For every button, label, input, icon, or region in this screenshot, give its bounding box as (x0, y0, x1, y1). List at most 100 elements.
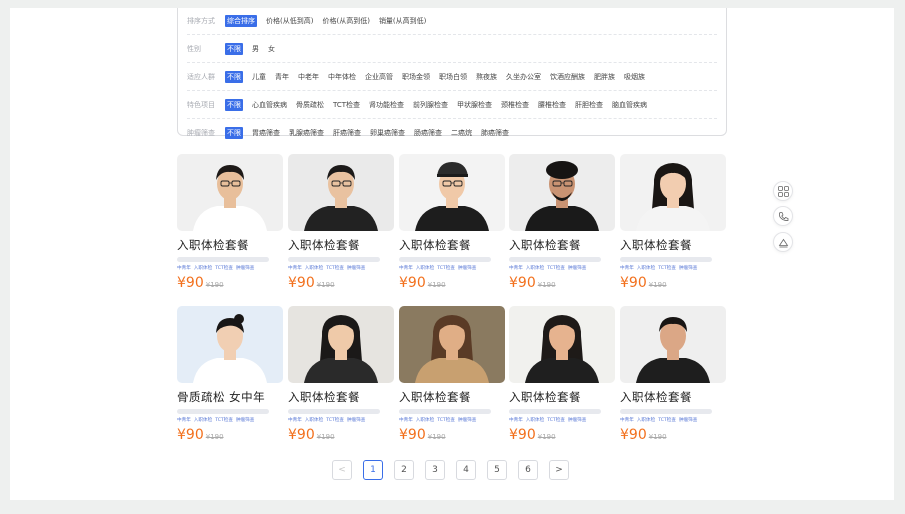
filter-option[interactable]: 儿童 (252, 72, 266, 82)
filter-option[interactable]: 吸烟族 (624, 72, 645, 82)
filter-option[interactable]: 职场金领 (402, 72, 430, 82)
product-subtitle-placeholder (399, 409, 491, 414)
filter-option[interactable]: 不限 (225, 126, 243, 139)
filter-option[interactable]: 骨质疏松 (296, 100, 324, 110)
filter-option[interactable]: 销量(从高到低) (379, 16, 426, 26)
product-photo[interactable] (620, 306, 726, 383)
product-card[interactable]: 入职体检套餐 中青年 入职体检 TCT检查 肿瘤筛查 ¥90 ¥190 (399, 306, 505, 443)
filter-option[interactable]: 熬夜族 (476, 72, 497, 82)
filter-option[interactable]: 脑血管疾病 (612, 100, 647, 110)
filter-option[interactable]: 价格(从高到低) (322, 16, 369, 26)
filter-option[interactable]: 胃癌筛查 (252, 128, 280, 138)
filter-option[interactable]: 男 (252, 44, 259, 54)
product-card[interactable]: 入职体检套餐 中青年 入职体检 TCT检查 肿瘤筛查 ¥90 ¥190 (620, 306, 726, 443)
product-photo[interactable] (177, 154, 283, 231)
filter-option[interactable]: 中老年 (298, 72, 319, 82)
product-photo[interactable] (509, 154, 615, 231)
phone-icon[interactable] (773, 206, 793, 226)
product-card[interactable]: 入职体检套餐 中青年 入职体检 TCT检查 肿瘤筛查 ¥90 ¥190 (509, 306, 615, 443)
product-title[interactable]: 入职体检套餐 (509, 389, 615, 405)
product-tag: 入职体检 (525, 266, 545, 271)
back-to-top-icon[interactable] (773, 232, 793, 252)
current-price: ¥90 (399, 427, 426, 443)
product-tag: TCT检查 (658, 418, 676, 423)
filter-option[interactable]: 二癌烷 (451, 128, 472, 138)
filter-option[interactable]: 不限 (225, 42, 243, 55)
filter-option[interactable]: 饮酒应酬族 (550, 72, 585, 82)
filter-option[interactable]: 前列腺检查 (413, 100, 448, 110)
product-photo[interactable] (399, 306, 505, 383)
page-button[interactable]: 4 (456, 460, 476, 480)
filter-option[interactable]: 颈椎检查 (501, 100, 529, 110)
product-card[interactable]: 入职体检套餐 中青年 入职体检 TCT检查 肿瘤筛查 ¥90 ¥190 (509, 154, 615, 291)
product-photo[interactable] (620, 154, 726, 231)
product-card[interactable]: 入职体检套餐 中青年 入职体检 TCT检查 肿瘤筛查 ¥90 ¥190 (399, 154, 505, 291)
product-title[interactable]: 入职体检套餐 (620, 389, 726, 405)
product-subtitle-placeholder (620, 409, 712, 414)
product-card[interactable]: 入职体检套餐 中青年 入职体检 TCT检查 肿瘤筛查 ¥90 ¥190 (177, 154, 283, 291)
filter-option[interactable]: 企业高管 (365, 72, 393, 82)
filter-option[interactable]: 肺癌筛查 (481, 128, 509, 138)
product-subtitle-placeholder (288, 257, 380, 262)
filter-option[interactable]: 职场白领 (439, 72, 467, 82)
page-button[interactable]: 3 (425, 460, 445, 480)
filter-option[interactable]: 肝癌筛查 (333, 128, 361, 138)
filter-option[interactable]: 青年 (275, 72, 289, 82)
filter-option[interactable]: 心血管疾病 (252, 100, 287, 110)
page: 排序方式 综合排序 价格(从低到高) 价格(从高到低) 销量(从高到低) 性别 … (10, 8, 894, 500)
product-title[interactable]: 入职体检套餐 (620, 237, 726, 253)
product-card[interactable]: 入职体检套餐 中青年 入职体检 TCT检查 肿瘤筛查 ¥90 ¥190 (288, 154, 394, 291)
original-price: ¥190 (316, 281, 335, 289)
filter-option[interactable]: 乳腺癌筛查 (289, 128, 324, 138)
original-price: ¥190 (205, 433, 224, 441)
current-price: ¥90 (288, 275, 315, 291)
product-card[interactable]: 入职体检套餐 中青年 入职体检 TCT检查 肿瘤筛查 ¥90 ¥190 (288, 306, 394, 443)
product-tag: TCT检查 (437, 418, 455, 423)
filter-option[interactable]: 肠癌筛查 (414, 128, 442, 138)
filter-option[interactable]: 综合排序 (225, 14, 257, 27)
filter-option[interactable]: 价格(从低到高) (266, 16, 313, 26)
page-button[interactable]: 1 (363, 460, 383, 480)
product-photo[interactable] (288, 154, 394, 231)
product-photo[interactable] (509, 306, 615, 383)
product-card[interactable]: 骨质疏松 女中年 中青年 入职体检 TCT检查 肿瘤筛查 ¥90 ¥190 (177, 306, 283, 443)
filter-option[interactable]: 中年体检 (328, 72, 356, 82)
product-price: ¥90 ¥190 (620, 272, 726, 291)
filter-option[interactable]: 肥胖族 (594, 72, 615, 82)
product-title[interactable]: 入职体检套餐 (399, 389, 505, 405)
product-title[interactable]: 入职体检套餐 (177, 237, 283, 253)
filter-option[interactable]: 肝胆检查 (575, 100, 603, 110)
filter-option[interactable]: 甲状腺检查 (457, 100, 492, 110)
product-photo[interactable] (399, 154, 505, 231)
product-photo[interactable] (177, 306, 283, 383)
product-price: ¥90 ¥190 (399, 424, 505, 443)
product-title[interactable]: 入职体检套餐 (399, 237, 505, 253)
product-title[interactable]: 入职体检套餐 (288, 389, 394, 405)
page-button[interactable]: 2 (394, 460, 414, 480)
filter-row-sort: 排序方式 综合排序 价格(从低到高) 价格(从高到低) 销量(从高到低) (187, 8, 717, 35)
filter-row-tumor: 肿瘤筛查 不限 胃癌筛查 乳腺癌筛查 肝癌筛查 卵巢癌筛查 肠癌筛查 二癌烷 肺… (187, 119, 717, 146)
filter-option[interactable]: 不限 (225, 70, 243, 83)
filter-option[interactable]: 不限 (225, 98, 243, 111)
prev-page-button[interactable]: < (332, 460, 352, 480)
page-button[interactable]: 5 (487, 460, 507, 480)
product-price: ¥90 ¥190 (509, 424, 615, 443)
grid-icon[interactable] (773, 181, 793, 201)
filter-label: 适应人群 (187, 72, 215, 81)
product-title[interactable]: 入职体检套餐 (509, 237, 615, 253)
product-tag: 入职体检 (193, 266, 213, 271)
product-card[interactable]: 入职体检套餐 中青年 入职体检 TCT检查 肿瘤筛查 ¥90 ¥190 (620, 154, 726, 291)
filter-option[interactable]: 腰椎检查 (538, 100, 566, 110)
product-title[interactable]: 入职体检套餐 (288, 237, 394, 253)
filter-option[interactable]: 肾功能检查 (369, 100, 404, 110)
product-title[interactable]: 骨质疏松 女中年 (177, 389, 283, 405)
next-page-button[interactable]: > (549, 460, 569, 480)
filter-option[interactable]: 女 (268, 44, 275, 54)
filter-option[interactable]: 久坐办公室 (506, 72, 541, 82)
filter-option[interactable]: 卵巢癌筛查 (370, 128, 405, 138)
page-button[interactable]: 6 (518, 460, 538, 480)
filter-option[interactable]: TCT检查 (333, 100, 360, 110)
product-photo[interactable] (288, 306, 394, 383)
filter-panel: 排序方式 综合排序 价格(从低到高) 价格(从高到低) 销量(从高到低) 性别 … (177, 8, 727, 139)
product-tags: 中青年 入职体检 TCT检查 肿瘤筛查 (288, 417, 394, 423)
